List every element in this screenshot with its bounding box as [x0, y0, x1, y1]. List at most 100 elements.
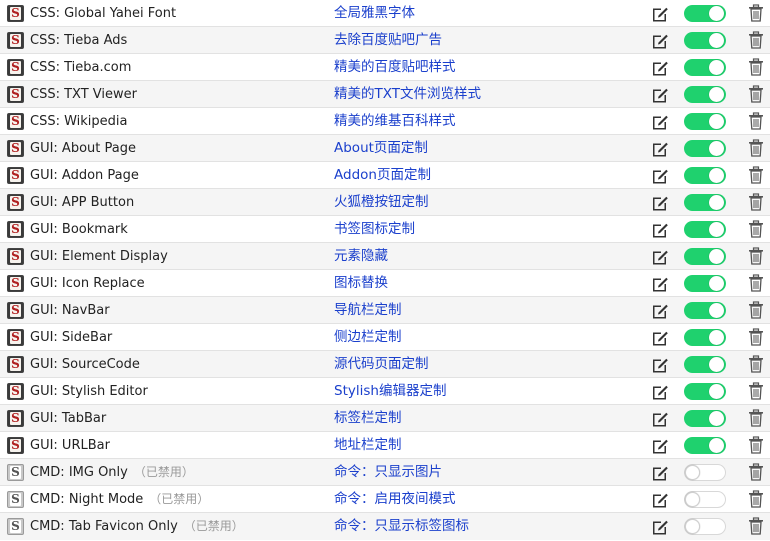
delete-button[interactable] [748, 139, 764, 157]
delete-button[interactable] [748, 166, 764, 184]
delete-button[interactable] [748, 301, 764, 319]
style-list: S CSS: Global Yahei Font 全局雅黑字体 S CSS: T… [0, 0, 770, 541]
delete-button[interactable] [748, 193, 764, 211]
style-description[interactable]: 全局雅黑字体 [334, 0, 415, 27]
style-row: S CSS: TXT Viewer 精美的TXT文件浏览样式 [0, 81, 770, 108]
enable-toggle[interactable] [684, 356, 726, 373]
enable-toggle[interactable] [684, 140, 726, 157]
style-name-text: GUI: Addon Page [30, 168, 139, 183]
delete-button[interactable] [748, 382, 764, 400]
toggle-knob [709, 6, 724, 21]
edit-button[interactable] [651, 491, 669, 509]
enable-toggle[interactable] [684, 221, 726, 238]
edit-button[interactable] [651, 518, 669, 536]
delete-button[interactable] [748, 355, 764, 373]
stylish-s-icon: S [7, 221, 24, 238]
delete-button[interactable] [748, 328, 764, 346]
style-name-text: GUI: URLBar [30, 438, 110, 453]
edit-button[interactable] [651, 302, 669, 320]
delete-button[interactable] [748, 409, 764, 427]
edit-button[interactable] [651, 275, 669, 293]
enable-toggle[interactable] [684, 5, 726, 22]
style-description[interactable]: 精美的维基百科样式 [334, 108, 456, 135]
style-name-text: GUI: SourceCode [30, 357, 140, 372]
edit-button[interactable] [651, 59, 669, 77]
style-name-text: GUI: APP Button [30, 195, 135, 210]
edit-button[interactable] [651, 410, 669, 428]
enable-toggle[interactable] [684, 32, 726, 49]
stylish-s-icon: S [7, 194, 24, 211]
edit-button[interactable] [651, 140, 669, 158]
style-description[interactable]: 书签图标定制 [334, 216, 415, 243]
style-description[interactable]: 火狐橙按钮定制 [334, 189, 429, 216]
style-description[interactable]: 去除百度贴吧广告 [334, 27, 442, 54]
style-description[interactable]: Stylish编辑器定制 [334, 378, 446, 405]
style-description[interactable]: 元素隐藏 [334, 243, 388, 270]
enable-toggle[interactable] [684, 113, 726, 130]
enable-toggle[interactable] [684, 248, 726, 265]
edit-button[interactable] [651, 167, 669, 185]
edit-button[interactable] [651, 383, 669, 401]
enable-toggle[interactable] [684, 464, 726, 481]
edit-button[interactable] [651, 32, 669, 50]
delete-button[interactable] [748, 463, 764, 481]
style-description[interactable]: 命令：启用夜间模式 [334, 486, 456, 513]
edit-button[interactable] [651, 113, 669, 131]
style-name: CMD: Night Mode （已禁用） [30, 486, 209, 513]
enable-toggle[interactable] [684, 437, 726, 454]
edit-button[interactable] [651, 248, 669, 266]
toggle-knob [709, 141, 724, 156]
style-description[interactable]: 标签栏定制 [334, 405, 402, 432]
enable-toggle[interactable] [684, 86, 726, 103]
style-description[interactable]: 精美的百度贴吧样式 [334, 54, 456, 81]
enable-toggle[interactable] [684, 410, 726, 427]
style-name-text: CMD: Night Mode [30, 492, 144, 507]
delete-button[interactable] [748, 490, 764, 508]
delete-button[interactable] [748, 58, 764, 76]
toggle-knob [709, 276, 724, 291]
edit-button[interactable] [651, 86, 669, 104]
edit-button[interactable] [651, 437, 669, 455]
enable-toggle[interactable] [684, 329, 726, 346]
edit-button[interactable] [651, 329, 669, 347]
enable-toggle[interactable] [684, 491, 726, 508]
style-name-text: GUI: SideBar [30, 330, 113, 345]
delete-button[interactable] [748, 517, 764, 535]
delete-button[interactable] [748, 247, 764, 265]
style-description[interactable]: 精美的TXT文件浏览样式 [334, 81, 481, 108]
style-description[interactable]: 命令：只显示图片 [334, 459, 442, 486]
delete-button[interactable] [748, 85, 764, 103]
enable-toggle[interactable] [684, 302, 726, 319]
style-description[interactable]: 侧边栏定制 [334, 324, 402, 351]
enable-toggle[interactable] [684, 275, 726, 292]
delete-button[interactable] [748, 112, 764, 130]
enable-toggle[interactable] [684, 194, 726, 211]
style-description[interactable]: 地址栏定制 [334, 432, 402, 459]
edit-button[interactable] [651, 194, 669, 212]
enable-toggle[interactable] [684, 383, 726, 400]
style-description[interactable]: Addon页面定制 [334, 162, 431, 189]
edit-button[interactable] [651, 221, 669, 239]
edit-button[interactable] [651, 5, 669, 23]
style-description[interactable]: 命令：只显示标签图标 [334, 513, 469, 540]
style-description[interactable]: 源代码页面定制 [334, 351, 429, 378]
trash-icon [749, 328, 763, 346]
enable-toggle[interactable] [684, 518, 726, 535]
enable-toggle[interactable] [684, 59, 726, 76]
style-name-text: GUI: About Page [30, 141, 136, 156]
delete-button[interactable] [748, 31, 764, 49]
delete-button[interactable] [748, 436, 764, 454]
style-name-text: CSS: Global Yahei Font [30, 6, 177, 21]
enable-toggle[interactable] [684, 167, 726, 184]
style-description[interactable]: About页面定制 [334, 135, 428, 162]
style-description[interactable]: 导航栏定制 [334, 297, 402, 324]
style-name: GUI: Element Display [30, 243, 168, 270]
edit-button[interactable] [651, 356, 669, 374]
edit-button[interactable] [651, 464, 669, 482]
delete-button[interactable] [748, 4, 764, 22]
style-name: CSS: Tieba.com [30, 54, 131, 81]
style-name: CMD: IMG Only （已禁用） [30, 459, 194, 486]
delete-button[interactable] [748, 274, 764, 292]
style-description[interactable]: 图标替换 [334, 270, 388, 297]
delete-button[interactable] [748, 220, 764, 238]
